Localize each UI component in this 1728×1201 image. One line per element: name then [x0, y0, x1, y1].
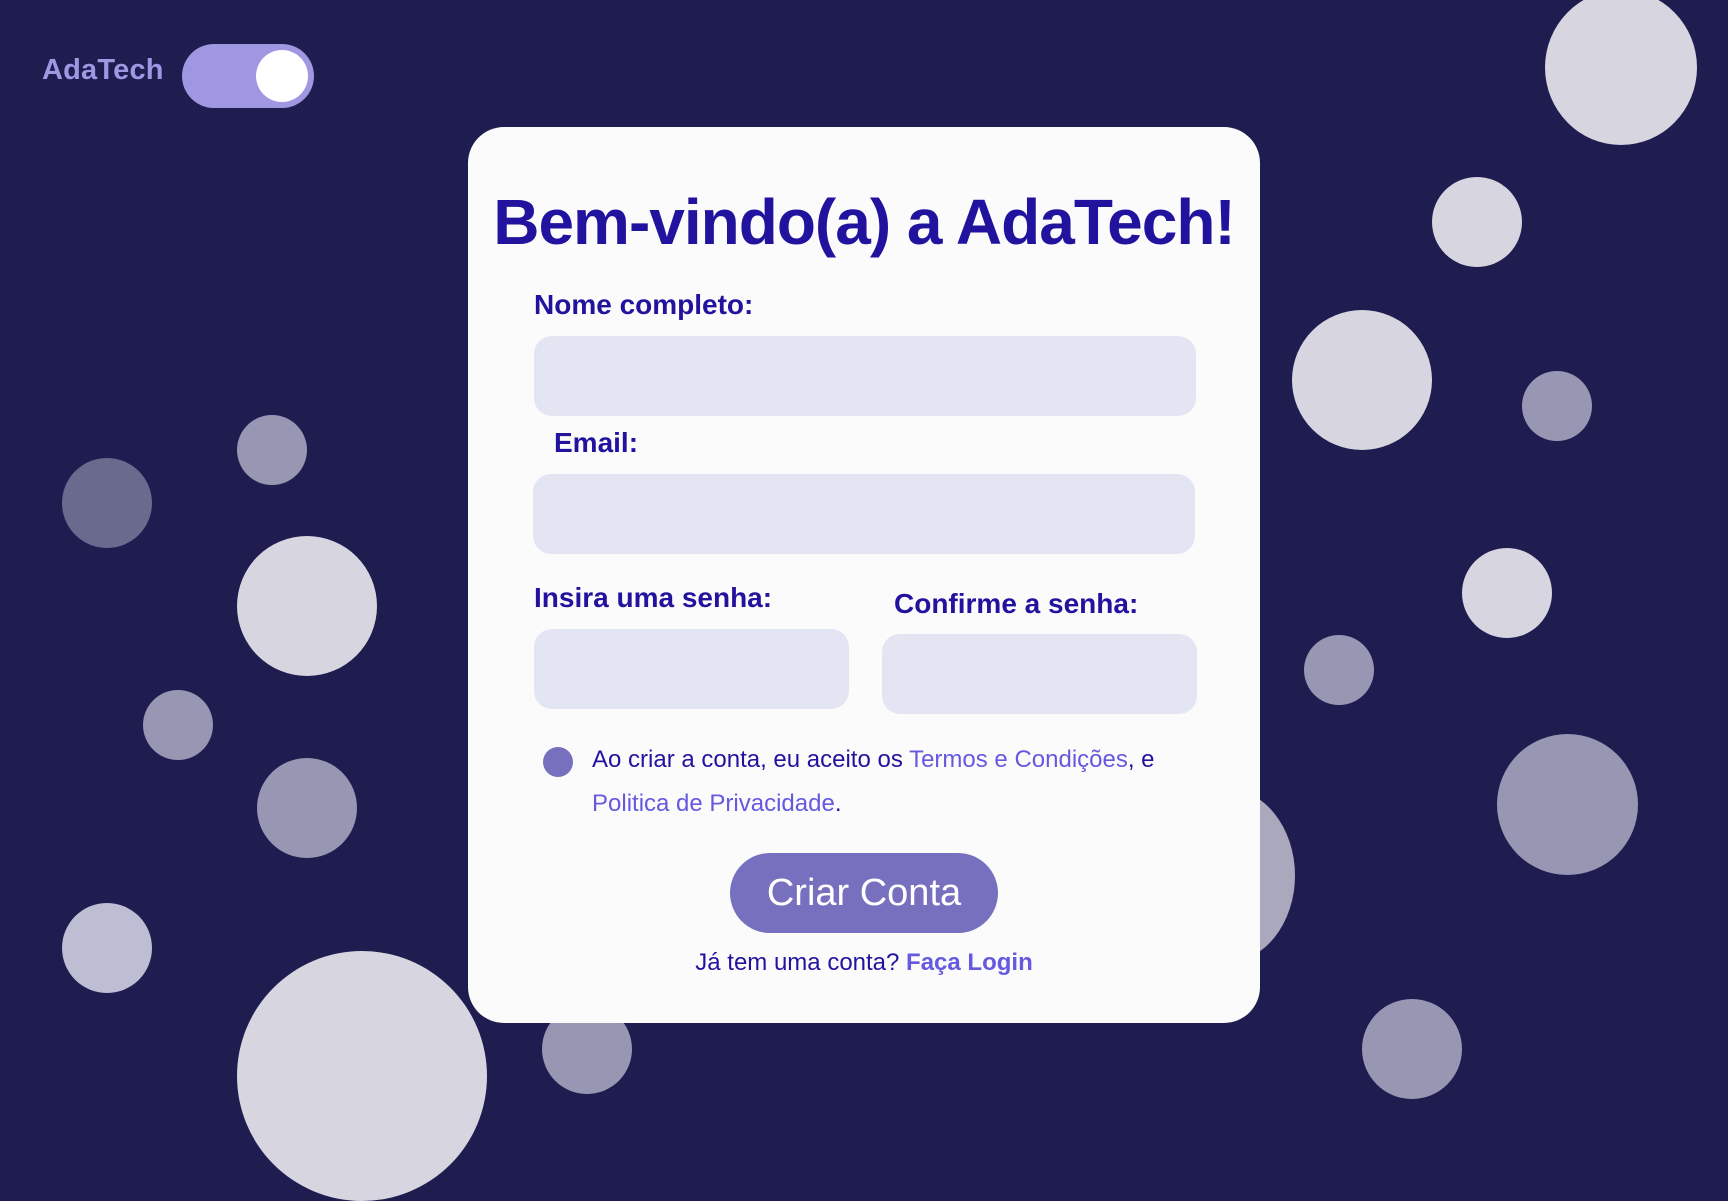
- bubble-decor: [1522, 371, 1592, 441]
- bubble-decor: [1497, 734, 1638, 875]
- login-prompt: Já tem uma conta? Faça Login: [468, 949, 1260, 977]
- password-input[interactable]: [534, 629, 849, 709]
- login-link[interactable]: Faça Login: [906, 949, 1033, 976]
- bubble-decor: [1304, 635, 1374, 705]
- bubble-decor: [257, 758, 357, 858]
- bubble-decor: [237, 415, 307, 485]
- bubble-decor: [1292, 310, 1432, 450]
- bubble-decor: [143, 690, 213, 760]
- terms-prefix: Ao criar a conta, eu aceito os: [592, 746, 910, 773]
- terms-middle: , e: [1127, 746, 1155, 773]
- terms-text: Ao criar a conta, eu aceito os Termos e …: [592, 738, 1192, 826]
- full-name-label: Nome completo:: [534, 289, 754, 320]
- theme-toggle[interactable]: [182, 44, 314, 108]
- bubble-decor: [1432, 177, 1522, 267]
- signup-card: Bem-vindo(a) a AdaTech! Nome completo: E…: [468, 127, 1260, 1023]
- bubble-decor: [1362, 999, 1462, 1099]
- password-label: Insira uma senha:: [534, 582, 773, 613]
- toggle-knob[interactable]: [256, 50, 308, 102]
- bubble-decor: [1545, 0, 1697, 145]
- email-label: Email:: [554, 427, 639, 458]
- confirm-password-label: Confirme a senha:: [894, 588, 1139, 619]
- bubble-decor: [1462, 548, 1552, 638]
- bubble-decor: [62, 903, 152, 993]
- accept-terms-radio[interactable]: [543, 747, 573, 777]
- terms-link[interactable]: Termos e Condições: [909, 746, 1128, 773]
- full-name-input[interactable]: [534, 336, 1196, 416]
- bubble-decor: [237, 951, 487, 1201]
- login-prompt-text: Já tem uma conta?: [695, 949, 907, 976]
- terms-suffix: .: [834, 790, 842, 817]
- bubble-decor: [237, 536, 377, 676]
- create-account-button[interactable]: Criar Conta: [730, 853, 998, 933]
- page-title: Bem-vindo(a) a AdaTech!: [493, 186, 1236, 258]
- email-input[interactable]: [533, 474, 1195, 554]
- privacy-link[interactable]: Politica de Privacidade: [592, 790, 835, 817]
- confirm-password-input[interactable]: [882, 634, 1197, 714]
- brand-name: AdaTech: [42, 54, 164, 86]
- bubble-decor: [62, 458, 152, 548]
